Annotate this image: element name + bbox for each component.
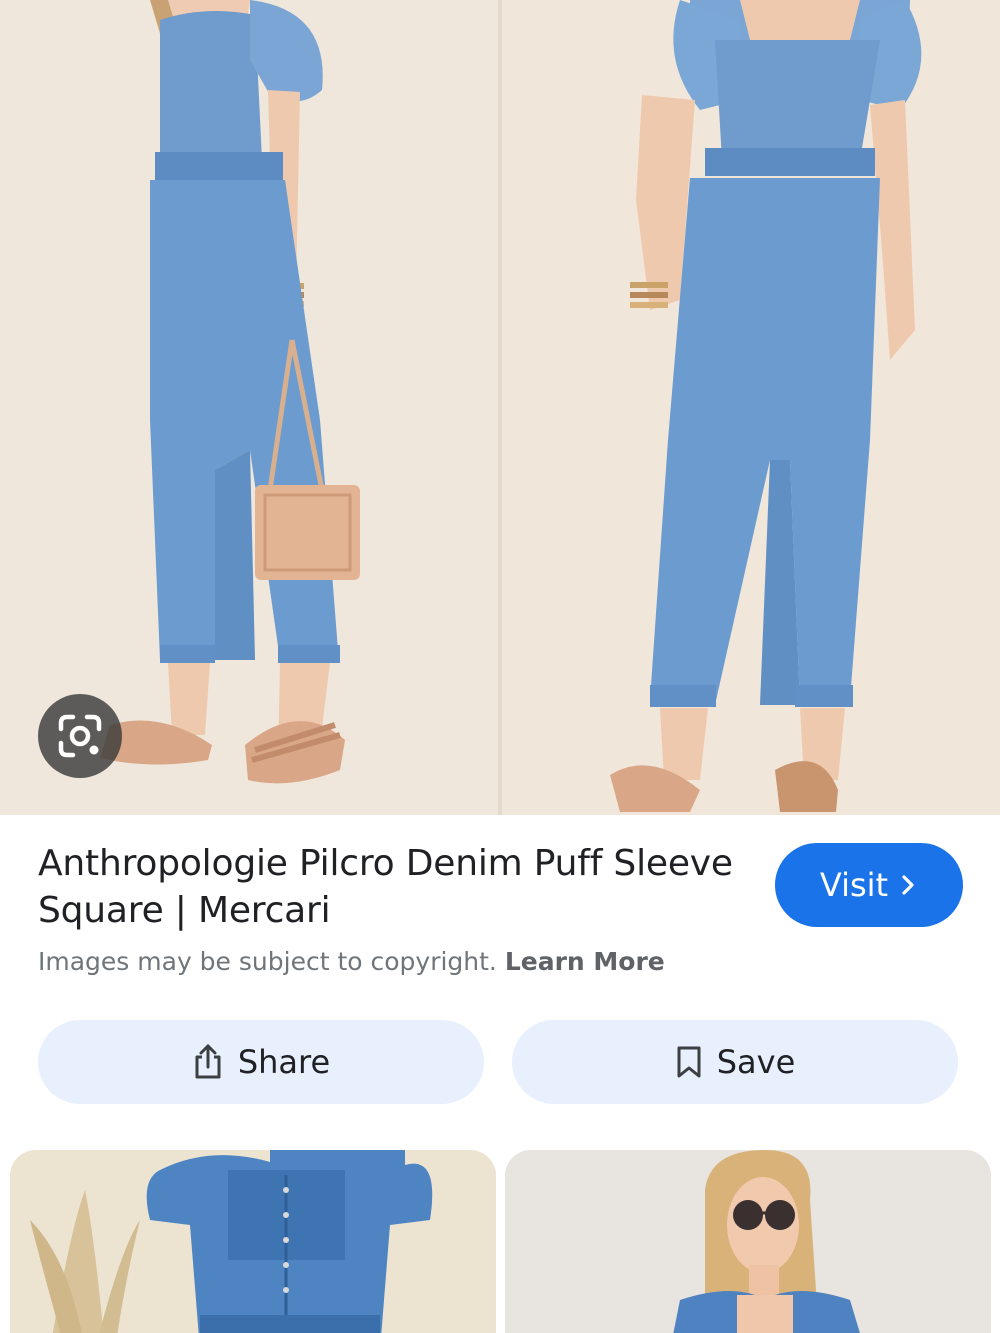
- save-button[interactable]: Save: [512, 1020, 958, 1104]
- learn-more-link[interactable]: Learn More: [505, 947, 665, 976]
- bookmark-icon: [677, 1046, 701, 1078]
- image-result-page: Anthropologie Pilcro Denim Puff Sleeve S…: [0, 0, 1000, 1333]
- google-lens-icon: [58, 714, 102, 758]
- related-image-1[interactable]: [10, 1150, 496, 1333]
- share-icon: [195, 1044, 221, 1079]
- share-button-label: Share: [237, 1043, 331, 1081]
- related-photo-1: [10, 1150, 496, 1333]
- result-title[interactable]: Anthropologie Pilcro Denim Puff Sleeve S…: [38, 840, 758, 934]
- visit-button-label: Visit: [819, 866, 889, 904]
- product-photo: [0, 0, 1000, 815]
- copyright-notice: Images may be subject to copyright. Lear…: [38, 947, 665, 976]
- visit-button[interactable]: Visit: [775, 843, 963, 927]
- chevron-right-icon: [902, 875, 914, 895]
- save-button-label: Save: [716, 1043, 796, 1081]
- share-button[interactable]: Share: [38, 1020, 484, 1104]
- related-image-2[interactable]: [505, 1150, 991, 1333]
- product-image[interactable]: [0, 0, 1000, 815]
- google-lens-button[interactable]: [38, 694, 122, 778]
- related-photo-2: [505, 1150, 991, 1333]
- copyright-text: Images may be subject to copyright.: [38, 947, 497, 976]
